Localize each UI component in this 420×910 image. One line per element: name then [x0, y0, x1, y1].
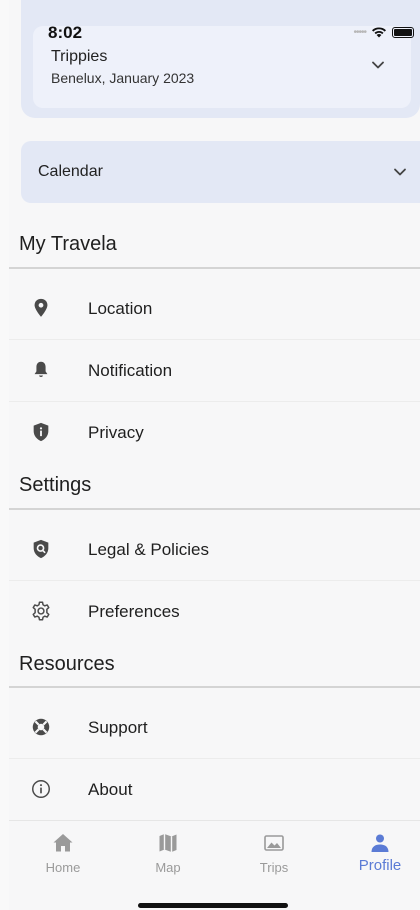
home-indicator — [138, 903, 288, 908]
gear-icon — [32, 601, 50, 621]
trip-subtitle: Benelux, January 2023 — [51, 70, 195, 86]
section-heading-my-travela: My Travela — [19, 233, 117, 255]
calendar-label: Calendar — [38, 163, 103, 180]
tab-map[interactable]: Map — [123, 831, 213, 881]
tab-map-label: Map — [155, 860, 181, 875]
image-icon — [264, 835, 284, 851]
menu-item-label: Support — [88, 718, 148, 737]
menu-item-label: Privacy — [88, 423, 144, 442]
menu-item-label: Location — [88, 299, 153, 318]
life-ring-icon — [32, 718, 50, 736]
menu-item-label: Notification — [88, 361, 173, 380]
menu-item-about[interactable]: About — [9, 759, 420, 821]
tab-profile-label: Profile — [358, 857, 402, 874]
status-icons: ••••• — [353, 26, 414, 38]
home-icon — [53, 834, 73, 852]
calendar-dropdown[interactable]: Calendar — [21, 141, 420, 203]
info-circle-icon — [32, 780, 50, 798]
menu-item-support[interactable]: Support — [9, 697, 420, 759]
menu-item-label: Preferences — [88, 602, 180, 621]
tab-trips[interactable]: Trips — [229, 831, 319, 881]
trip-selector-inner[interactable] — [33, 26, 411, 108]
section-divider — [9, 508, 420, 510]
battery-icon — [392, 26, 414, 38]
signal-dots-icon: ••••• — [353, 26, 366, 38]
tab-profile[interactable]: Profile — [335, 831, 420, 881]
person-icon — [371, 834, 389, 852]
profile-screen: 8:02 ••••• Trippies Benelux, January 202… — [9, 0, 420, 910]
menu-item-notification[interactable]: Notification — [9, 340, 420, 402]
menu-item-preferences[interactable]: Preferences — [9, 581, 420, 643]
status-time: 8:02 — [48, 23, 83, 42]
tab-trips-label: Trips — [259, 860, 289, 875]
chevron-down-icon[interactable] — [393, 165, 407, 179]
tab-home[interactable]: Home — [18, 831, 108, 881]
location-pin-icon — [34, 298, 48, 317]
section-heading-resources: Resources — [19, 653, 115, 675]
wifi-icon — [372, 27, 386, 38]
tab-home-label: Home — [45, 860, 81, 875]
menu-item-label: Legal & Policies — [88, 540, 209, 559]
shield-info-icon — [33, 422, 49, 442]
menu-item-label: About — [88, 780, 133, 799]
menu-item-legal-policies[interactable]: Legal & Policies — [9, 519, 420, 581]
section-heading-settings: Settings — [19, 474, 92, 496]
section-divider — [9, 686, 420, 688]
menu-item-location[interactable]: Location — [9, 278, 420, 340]
section-divider — [9, 267, 420, 269]
tab-bar: Home Map Trips Profile — [9, 820, 420, 910]
chevron-down-icon[interactable] — [371, 58, 385, 72]
map-icon — [159, 834, 177, 852]
bell-icon — [34, 361, 48, 377]
trip-title: Trippies — [51, 48, 108, 65]
menu-item-privacy[interactable]: Privacy — [9, 402, 420, 464]
shield-search-icon — [33, 539, 49, 559]
